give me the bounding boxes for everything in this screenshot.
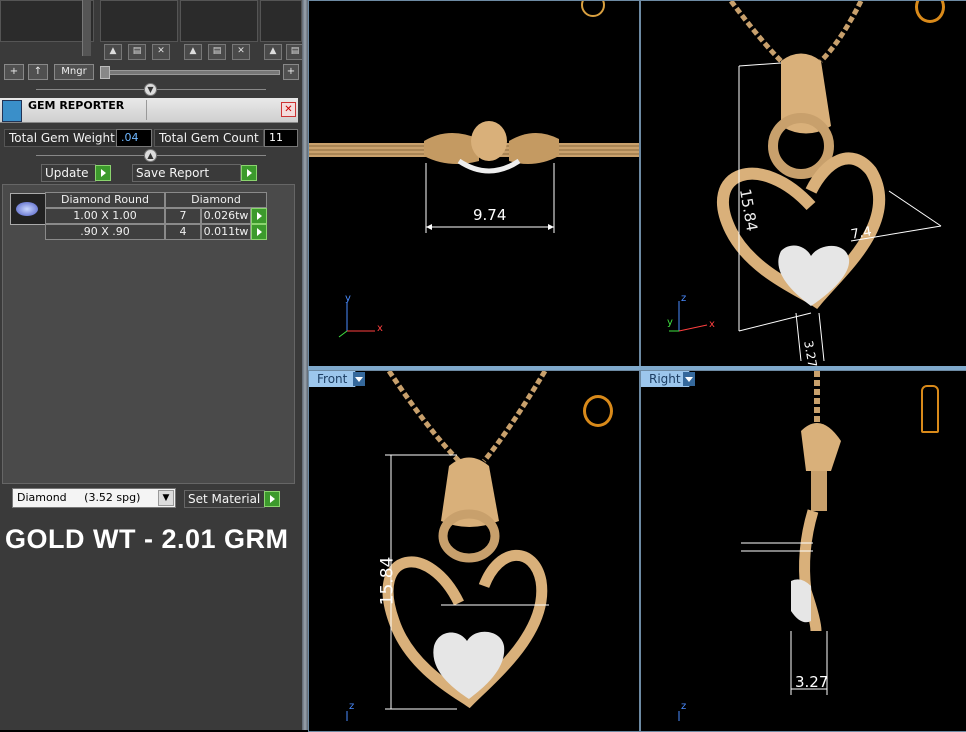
save-report-button[interactable]: Save Report bbox=[132, 164, 241, 182]
gem-reporter-icon bbox=[2, 100, 22, 122]
viewport-front[interactable]: Front 15.84 z bbox=[308, 370, 640, 732]
total-gem-count-value: 11 bbox=[264, 129, 298, 147]
viewport-tag-front[interactable]: Front bbox=[309, 371, 357, 387]
axis-label-z: z bbox=[681, 701, 687, 712]
thumb-up-button[interactable]: ▲ bbox=[104, 44, 122, 60]
slider-handle[interactable] bbox=[100, 66, 110, 79]
set-material-go-icon[interactable] bbox=[264, 491, 280, 507]
left-panel: ▲ ▤ ✕ ▲ ▤ ✕ ▲ ▤ + ↑ Mngr + ▼ GEM REPORTE… bbox=[0, 0, 304, 730]
right-depth-dimension: 3.27 bbox=[795, 673, 829, 691]
chevron-down-icon[interactable] bbox=[353, 372, 365, 386]
gem-reporter-titlebar: GEM REPORTER ✕ bbox=[0, 98, 298, 123]
thumb-delete-button[interactable]: ✕ bbox=[152, 44, 170, 60]
perspective-drawing bbox=[669, 1, 942, 362]
axis-label-z: z bbox=[349, 701, 355, 712]
thumbnail-size-slider[interactable] bbox=[100, 70, 280, 75]
axis-label-y: y bbox=[667, 317, 673, 328]
material-select[interactable]: Diamond (3.52 spg) ▼ bbox=[12, 488, 176, 508]
viewport-top[interactable]: 9.74 y x bbox=[308, 0, 640, 368]
update-button[interactable]: Update bbox=[41, 164, 96, 182]
gem-table: Diamond Round Diamond 1.00 X 1.00 7 0.02… bbox=[2, 184, 295, 484]
thumb-delete-button[interactable]: ✕ bbox=[232, 44, 250, 60]
material-select-value: Diamond (3.52 spg) bbox=[17, 491, 141, 504]
row-go-icon[interactable] bbox=[251, 224, 267, 240]
thumb-up-button[interactable]: ▲ bbox=[264, 44, 282, 60]
table-header-shape: Diamond Round bbox=[45, 192, 165, 208]
collapse-toggle-icon[interactable]: ▼ bbox=[144, 83, 157, 96]
add-button[interactable]: + bbox=[4, 64, 24, 80]
viewport-right[interactable]: Right 3.27 z bbox=[640, 370, 966, 732]
row-go-icon[interactable] bbox=[251, 208, 267, 224]
viewport-area: 9.74 y x 15.84 7.4 3.27 z y x Front 15.8… bbox=[308, 0, 966, 732]
total-gem-weight-value: .04 bbox=[116, 129, 152, 147]
thumbnail-scrollbar[interactable] bbox=[82, 0, 91, 56]
table-cell-size: 1.00 X 1.00 bbox=[45, 208, 165, 224]
gold-weight-overlay: GOLD WT - 2.01 GRM bbox=[5, 524, 289, 554]
top-view-drawing bbox=[309, 121, 639, 338]
update-go-icon[interactable] bbox=[95, 165, 111, 181]
table-header-material: Diamond bbox=[165, 192, 267, 208]
total-gem-weight-label: Total Gem Weight bbox=[4, 129, 120, 147]
chevron-down-icon[interactable]: ▼ bbox=[158, 490, 174, 506]
ring-icon bbox=[583, 395, 613, 427]
table-cell-weight: 0.011tw bbox=[201, 224, 251, 240]
move-up-button[interactable]: ↑ bbox=[28, 64, 48, 80]
thumbnail-slot[interactable] bbox=[180, 0, 258, 42]
manager-button[interactable]: Mngr bbox=[54, 64, 94, 80]
front-view-drawing bbox=[346, 371, 549, 721]
axis-label-x: x bbox=[377, 323, 383, 334]
set-material-button[interactable]: Set Material bbox=[184, 490, 265, 508]
thumb-save-button[interactable]: ▤ bbox=[128, 44, 146, 60]
expand-toggle-icon[interactable]: ▲ bbox=[144, 149, 157, 162]
table-cell-count: 7 bbox=[165, 208, 201, 224]
chevron-down-icon[interactable] bbox=[683, 372, 695, 386]
gem-thumbnail-icon[interactable] bbox=[10, 193, 46, 225]
table-cell-weight: 0.026tw bbox=[201, 208, 251, 224]
pendant-icon bbox=[921, 385, 939, 433]
table-cell-count: 4 bbox=[165, 224, 201, 240]
axis-label-z: z bbox=[681, 293, 687, 304]
thumb-save-button[interactable]: ▤ bbox=[208, 44, 226, 60]
table-cell-size: .90 X .90 bbox=[45, 224, 165, 240]
gem-reporter-title: GEM REPORTER bbox=[28, 99, 125, 112]
save-report-go-icon[interactable] bbox=[241, 165, 257, 181]
viewport-perspective[interactable]: 15.84 7.4 3.27 z y x bbox=[640, 0, 966, 368]
thumb-up-button[interactable]: ▲ bbox=[184, 44, 202, 60]
axis-label-y: y bbox=[345, 293, 351, 304]
total-gem-count-label: Total Gem Count bbox=[154, 129, 264, 147]
top-view-dimension: 9.74 bbox=[473, 206, 507, 224]
zoom-plus-button[interactable]: + bbox=[283, 64, 299, 80]
thumbnail-slot[interactable] bbox=[260, 0, 302, 42]
axis-label-x: x bbox=[709, 319, 715, 330]
front-height-dimension: 15.84 bbox=[377, 556, 398, 606]
title-divider bbox=[146, 100, 147, 120]
close-icon[interactable]: ✕ bbox=[281, 102, 296, 117]
thumbnail-slot[interactable] bbox=[0, 0, 94, 42]
thumbnail-slot[interactable] bbox=[100, 0, 178, 42]
